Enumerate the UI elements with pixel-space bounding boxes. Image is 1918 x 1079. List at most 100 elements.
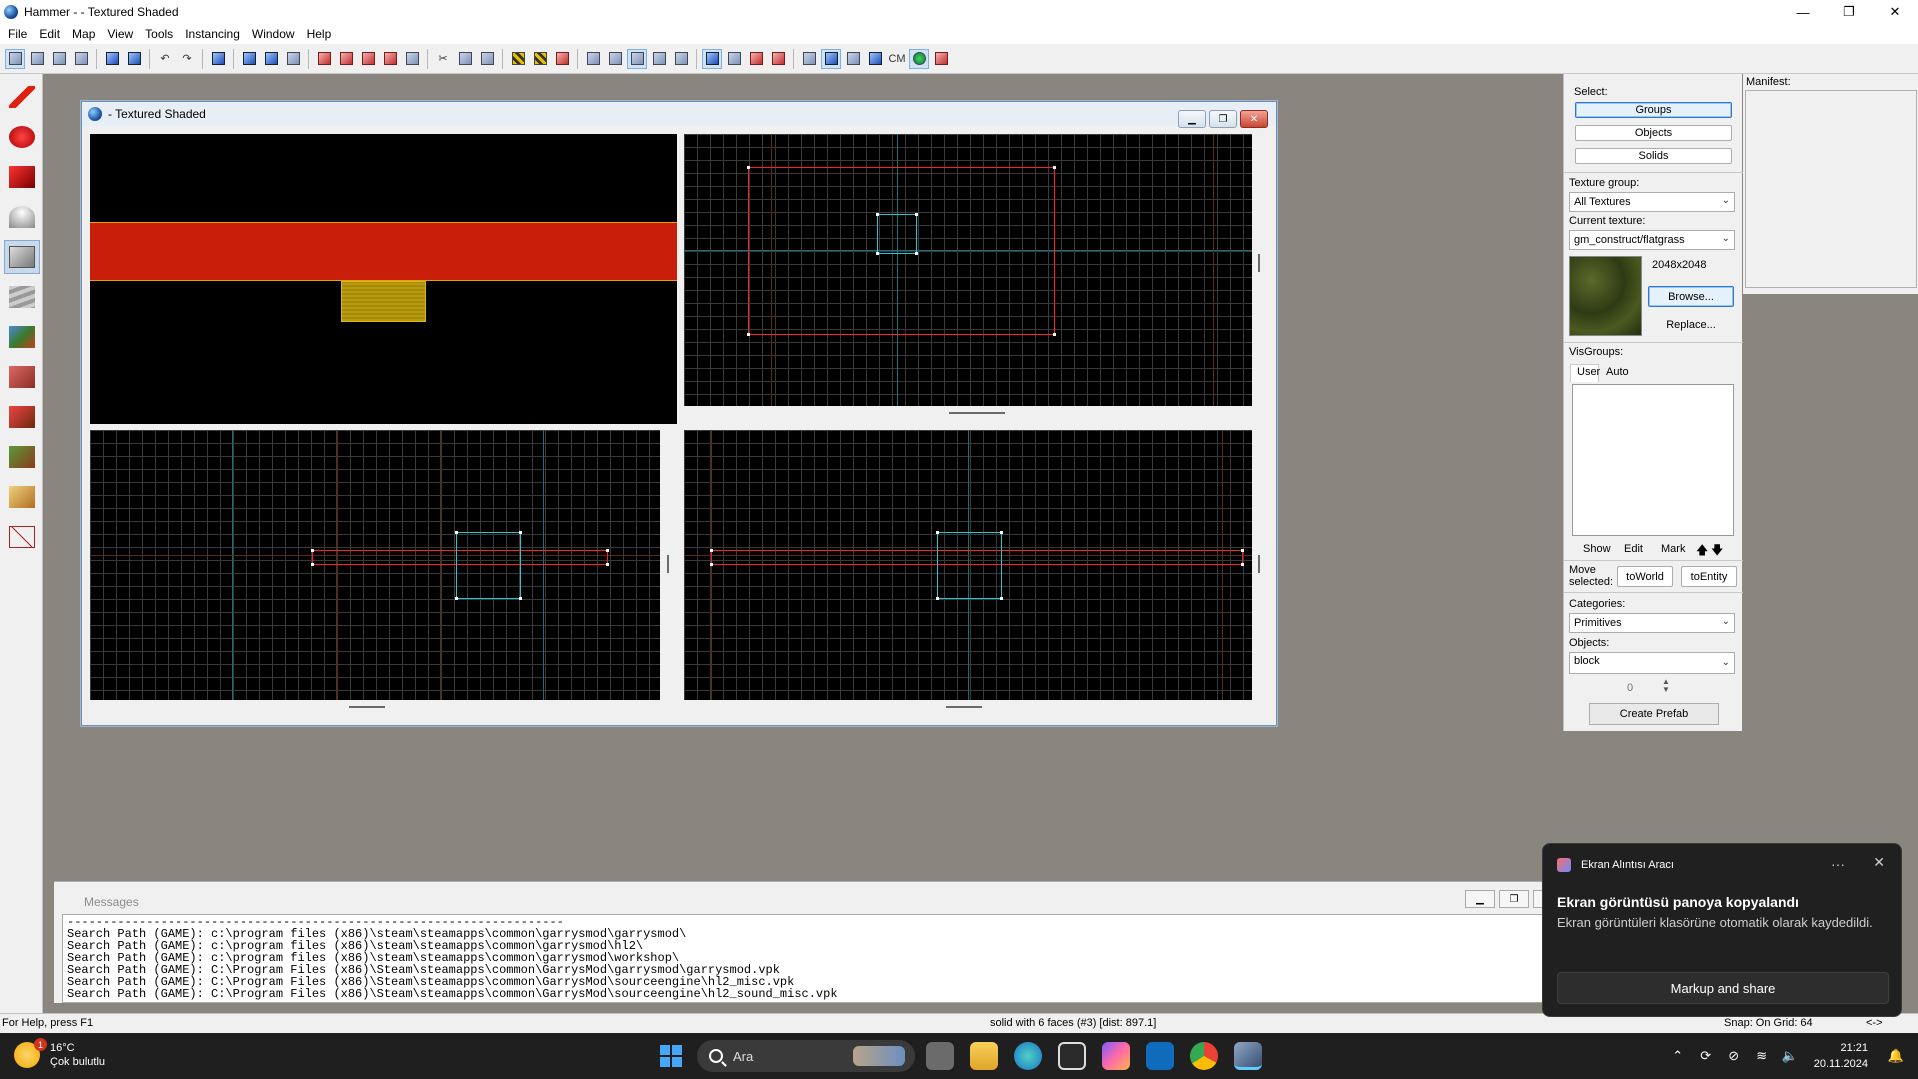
radius-culling-icon[interactable] bbox=[552, 49, 572, 69]
apply-texture-icon[interactable] bbox=[4, 320, 40, 354]
visgroups-list[interactable] bbox=[1572, 384, 1734, 536]
replace-button[interactable]: Replace... bbox=[1648, 314, 1734, 335]
viewport-3d[interactable] bbox=[90, 134, 677, 424]
selection-mode-icon[interactable] bbox=[671, 49, 691, 69]
file-explorer-icon[interactable] bbox=[970, 1042, 998, 1070]
tab-user[interactable]: User bbox=[1570, 364, 1600, 382]
run-map-icon[interactable] bbox=[909, 48, 929, 69]
create-prefab-button[interactable]: Create Prefab bbox=[1589, 703, 1719, 725]
undo-icon[interactable]: ↶ bbox=[155, 49, 175, 69]
markup-and-share-button[interactable]: Markup and share bbox=[1557, 972, 1889, 1004]
cordon-edit-icon[interactable] bbox=[768, 49, 788, 69]
vertex-mode-icon[interactable] bbox=[865, 49, 885, 69]
snap-selection-icon[interactable] bbox=[402, 49, 422, 69]
paste-icon[interactable] bbox=[477, 49, 497, 69]
menu-instancing[interactable]: Instancing bbox=[179, 27, 246, 41]
document-restore-button[interactable]: ❐ bbox=[1209, 110, 1237, 128]
task-view-icon[interactable] bbox=[926, 1042, 954, 1070]
flip-vertical-icon[interactable] bbox=[336, 49, 356, 69]
block-tool-icon[interactable] bbox=[4, 240, 40, 274]
menu-help[interactable]: Help bbox=[301, 27, 338, 41]
disable-icon[interactable] bbox=[843, 49, 863, 69]
spinner-arrows-icon[interactable]: ▲ ▼ bbox=[1662, 678, 1670, 694]
menu-window[interactable]: Window bbox=[246, 27, 301, 41]
viewport-side[interactable] bbox=[684, 430, 1252, 700]
clipping-tool-icon[interactable] bbox=[4, 440, 40, 474]
edge-browser-icon[interactable] bbox=[1014, 1042, 1042, 1070]
to-entity-button[interactable]: toEntity bbox=[1681, 566, 1737, 587]
rotate-icon[interactable] bbox=[358, 49, 378, 69]
object-index-value[interactable]: 0 bbox=[1627, 682, 1633, 694]
hide-items-icon[interactable] bbox=[583, 49, 603, 69]
magnify-tool-icon[interactable] bbox=[4, 120, 40, 154]
outlook-icon[interactable] bbox=[1146, 1042, 1174, 1070]
browse-button[interactable]: Browse... bbox=[1648, 286, 1734, 307]
texture-tool-icon[interactable] bbox=[4, 280, 40, 314]
menu-tools[interactable]: Tools bbox=[139, 27, 179, 41]
texture-group-select[interactable]: All Textures ⌄ bbox=[1569, 192, 1735, 212]
to-world-button[interactable]: toWorld bbox=[1617, 566, 1673, 587]
move-up-icon[interactable]: 🡅 bbox=[1696, 541, 1708, 562]
overlay-tool-icon[interactable] bbox=[4, 400, 40, 434]
path-tool-icon[interactable] bbox=[4, 520, 40, 554]
document-minimize-button[interactable]: ▁ bbox=[1178, 110, 1206, 128]
model-preview-icon[interactable] bbox=[724, 49, 744, 69]
microsoft-store-icon[interactable] bbox=[1058, 1042, 1086, 1070]
move-down-icon[interactable]: 🡇 bbox=[1711, 541, 1723, 562]
close-button[interactable]: ✕ bbox=[1872, 0, 1918, 24]
entity-tool-icon[interactable] bbox=[4, 200, 40, 234]
menu-file[interactable]: File bbox=[2, 27, 33, 41]
viewport-top[interactable] bbox=[684, 134, 1252, 406]
redo-icon[interactable]: ↷ bbox=[177, 49, 197, 69]
copy-icon[interactable] bbox=[455, 49, 475, 69]
objects-select[interactable]: block ⌄ bbox=[1569, 652, 1735, 674]
menu-map[interactable]: Map bbox=[66, 27, 101, 41]
visgroup-edit-button[interactable]: Edit bbox=[1624, 543, 1643, 555]
chrome-icon[interactable] bbox=[1190, 1042, 1218, 1070]
categories-select[interactable]: Primitives ⌄ bbox=[1569, 613, 1735, 633]
grid-smaller-icon[interactable] bbox=[71, 49, 91, 69]
visgroup-show-button[interactable]: Show bbox=[1583, 543, 1611, 555]
maximize-button[interactable]: ❐ bbox=[1826, 0, 1872, 24]
dot-grid-icon[interactable] bbox=[49, 49, 69, 69]
toggle-3d-grid-icon[interactable] bbox=[702, 48, 722, 69]
group-icon[interactable] bbox=[124, 49, 144, 69]
start-button[interactable] bbox=[660, 1045, 682, 1067]
cm-button[interactable]: CM bbox=[887, 49, 907, 69]
document-close-button[interactable]: ✕ bbox=[1240, 110, 1268, 128]
copilot-icon[interactable] bbox=[1102, 1042, 1130, 1070]
taskbar-search[interactable]: Ara bbox=[697, 1040, 915, 1072]
select-objects-button[interactable]: Objects bbox=[1575, 125, 1732, 141]
flip-horizontal-icon[interactable] bbox=[314, 49, 334, 69]
check-problems-icon[interactable] bbox=[261, 49, 281, 69]
sync-icon[interactable]: ⟳ bbox=[1694, 1044, 1718, 1068]
cordon-icon[interactable] bbox=[746, 49, 766, 69]
helpers-icon[interactable] bbox=[799, 49, 819, 69]
hammer-taskbar-icon[interactable] bbox=[1234, 1042, 1262, 1070]
texture-preview[interactable] bbox=[1569, 256, 1642, 336]
visgroup-mark-button[interactable]: Mark bbox=[1661, 543, 1685, 555]
messages-restore-button[interactable]: ❐ bbox=[1499, 890, 1529, 908]
weather-widget[interactable]: 1 16°C Çok bulutlu bbox=[14, 1038, 105, 1069]
network-off-icon[interactable]: ⊘ bbox=[1722, 1044, 1746, 1068]
entity-report-icon[interactable] bbox=[239, 49, 259, 69]
select-by-handles-icon[interactable] bbox=[605, 49, 625, 69]
viewport-front[interactable] bbox=[90, 430, 660, 700]
selection-tool-icon[interactable] bbox=[4, 80, 40, 114]
vertex-tool-icon[interactable] bbox=[4, 480, 40, 514]
minimize-button[interactable]: — bbox=[1780, 0, 1826, 24]
volume-icon[interactable]: 🔈 bbox=[1778, 1044, 1802, 1068]
tab-auto[interactable]: Auto bbox=[1606, 366, 1629, 378]
grid-toggle-icon[interactable] bbox=[5, 48, 25, 69]
texture-lock-icon[interactable] bbox=[508, 49, 528, 69]
show-connections-icon[interactable] bbox=[821, 48, 841, 69]
cut-icon[interactable]: ✂ bbox=[433, 49, 453, 69]
messages-log[interactable]: ----------------------------------------… bbox=[62, 914, 1563, 1003]
toggle-handles-icon[interactable] bbox=[627, 48, 647, 69]
menu-view[interactable]: View bbox=[101, 27, 139, 41]
autoselect-icon[interactable] bbox=[649, 49, 669, 69]
notifications-bell-icon[interactable]: 🔔 bbox=[1884, 1044, 1908, 1068]
messages-minimize-button[interactable]: ▁ bbox=[1465, 890, 1495, 908]
carve-icon[interactable] bbox=[102, 49, 122, 69]
camera-tool-icon[interactable] bbox=[4, 160, 40, 194]
